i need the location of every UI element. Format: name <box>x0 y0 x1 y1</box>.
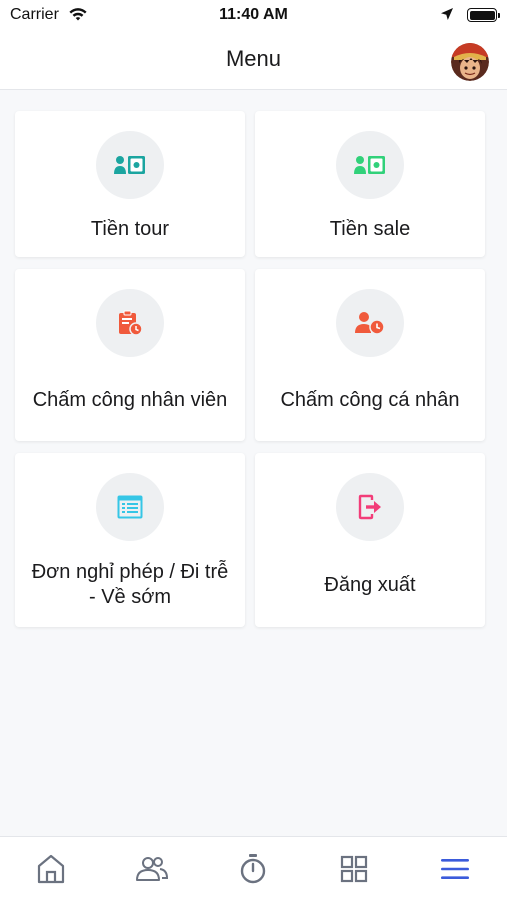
tab-users[interactable] <box>134 851 170 887</box>
clock: 11:40 AM <box>219 6 288 23</box>
users-icon <box>136 857 169 881</box>
menu-item-label: Tiền sale <box>329 217 411 240</box>
menu-icon-circle <box>336 131 404 199</box>
tab-grid[interactable] <box>336 851 372 887</box>
id-card-money-icon <box>354 156 385 174</box>
page-title: Menu <box>225 46 282 71</box>
menu-item-label: Chấm công nhân viên <box>32 388 228 411</box>
menu-icon-circle <box>96 289 164 357</box>
avatar[interactable] <box>451 43 489 81</box>
menu-item-tien-tour[interactable]: Tiền tour <box>15 111 245 257</box>
menu-item-cham-cong-ca-nhan[interactable]: Chấm công cá nhân <box>255 269 485 441</box>
menu-item-cham-cong-nhan-vien[interactable]: Chấm công nhân viên <box>15 269 245 441</box>
tab-home[interactable] <box>33 851 69 887</box>
menu-item-tien-sale[interactable]: Tiền sale <box>255 111 485 257</box>
clipboard-clock-icon <box>119 310 143 336</box>
tab-timer[interactable] <box>235 851 271 887</box>
logout-icon <box>358 494 381 520</box>
menu-item-label: Tiền tour <box>90 217 170 240</box>
tab-menu[interactable] <box>437 851 473 887</box>
menu-item-dang-xuat[interactable]: Đăng xuất <box>255 453 485 627</box>
menu-icon <box>441 859 469 879</box>
home-icon <box>37 854 65 884</box>
menu-item-label: Chấm công cá nhân <box>280 388 460 411</box>
menu-icon-circle <box>336 473 404 541</box>
navigation-bar: Menu <box>0 32 507 90</box>
id-card-money-icon <box>114 156 145 174</box>
stopwatch-icon <box>240 854 266 884</box>
menu-item-label: Đơn nghỉ phép / Đi trễ - Về sớm <box>31 561 229 608</box>
menu-icon-circle <box>96 473 164 541</box>
grid-icon <box>340 855 368 883</box>
menu-item-don-nghi-phep[interactable]: Đơn nghỉ phép / Đi trễ - Về sớm <box>15 453 245 627</box>
menu-icon-circle <box>336 289 404 357</box>
menu-item-label: Đăng xuất <box>324 573 416 596</box>
battery-icon <box>467 8 500 22</box>
location-arrow-icon <box>440 7 454 26</box>
document-list-icon <box>117 495 143 519</box>
user-clock-icon <box>355 312 385 335</box>
tab-bar <box>0 836 507 900</box>
status-bar: Carrier 11:40 AM <box>0 0 507 32</box>
avatar-image <box>451 43 489 81</box>
menu-icon-circle <box>96 131 164 199</box>
